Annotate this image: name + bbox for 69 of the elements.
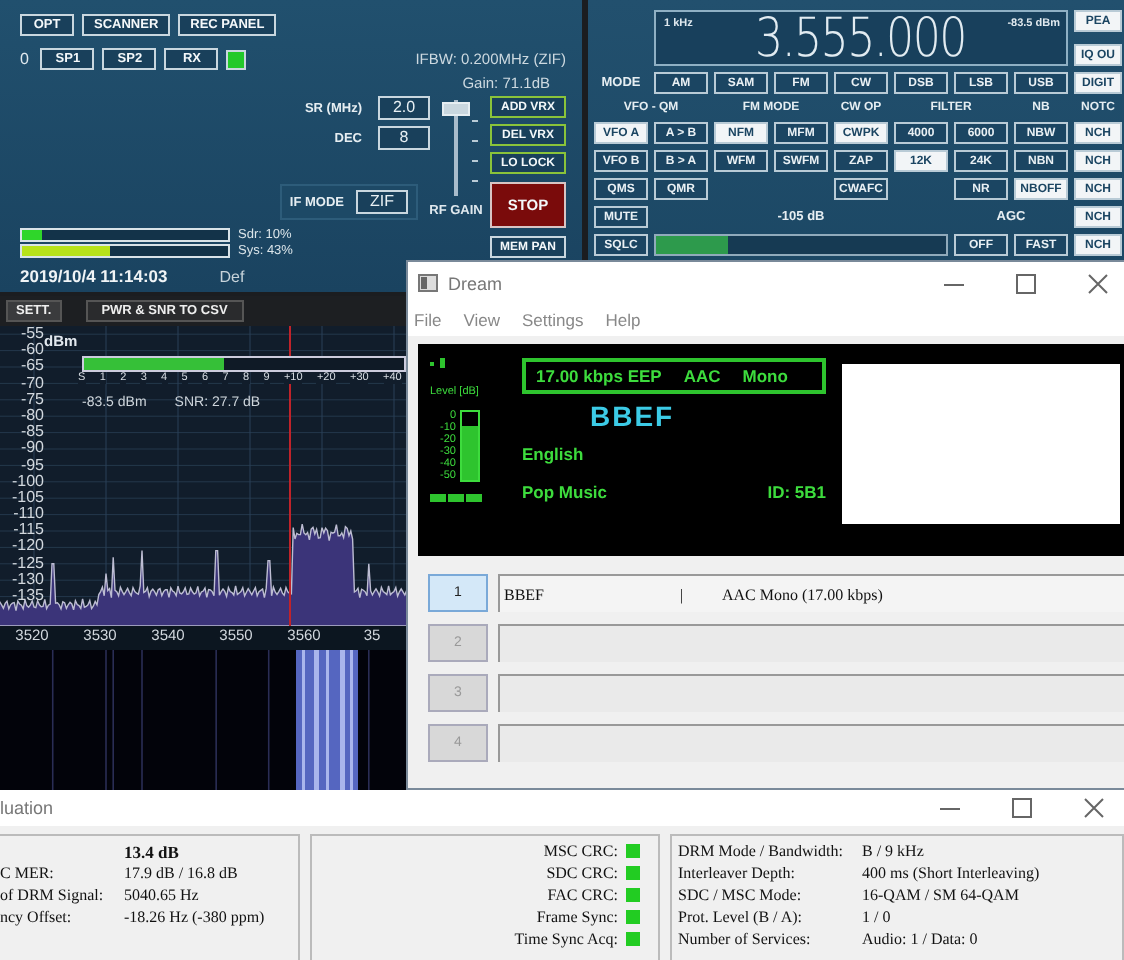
menu-item[interactable]: Settings xyxy=(521,310,584,330)
status-label: MSC CRC: xyxy=(543,842,618,860)
axis-label: -90 xyxy=(18,440,44,457)
status-label: SDC CRC: xyxy=(546,864,618,882)
axis-label: -60 xyxy=(18,342,44,359)
field-label: DRM Mode / Bandwidth: xyxy=(678,842,845,860)
status-label: Time Sync Acq: xyxy=(514,930,618,948)
field-value: 5040.65 Hz xyxy=(124,886,199,904)
status-label: FAC CRC: xyxy=(547,886,618,904)
station-name: BBEF xyxy=(590,400,677,432)
axis-label: -70 xyxy=(18,375,44,392)
window-title: luation xyxy=(0,798,56,818)
language-text: English xyxy=(522,444,586,464)
field-value: 400 ms (Short Interleaving) xyxy=(862,864,1040,882)
service-label: BBEF xyxy=(504,585,547,603)
field-label: of DRM Signal: xyxy=(0,886,106,904)
field-value: B / 9 kHz xyxy=(862,842,924,860)
number-field[interactable]: 2.0 xyxy=(378,96,430,120)
menu-item[interactable]: Help xyxy=(605,310,641,330)
field-label: C MER: xyxy=(0,864,56,882)
date-time: 2019/10/4 11:14:03 xyxy=(20,266,168,286)
close-icon[interactable] xyxy=(1084,798,1104,818)
axis-label: -80 xyxy=(18,407,44,424)
channels-text: Mono xyxy=(742,366,788,386)
field-value: 16-QAM / SM 64-QAM xyxy=(862,886,1019,904)
number-field[interactable]: 8 xyxy=(378,126,430,150)
field-label: ncy Offset: xyxy=(0,908,74,926)
maximize-icon[interactable] xyxy=(1016,273,1036,293)
separator-text: | xyxy=(680,585,686,603)
axis-label: -65 xyxy=(18,358,44,376)
field-value: 1 / 0 xyxy=(862,908,891,926)
profile-label: Def xyxy=(219,268,245,286)
field-label: SDC / MSC Mode: xyxy=(678,886,804,904)
axis-label: -95 xyxy=(18,457,44,474)
menu-item[interactable]: File xyxy=(414,310,442,330)
axis-label: -85 xyxy=(18,424,44,441)
field-value: Audio: 1 / Data: 0 xyxy=(862,930,978,948)
bitrate-text: 17.00 kbps EEP xyxy=(536,366,662,386)
axis-label: -135 xyxy=(9,588,44,605)
menu-item[interactable]: View xyxy=(463,310,500,330)
axis-label: -75 xyxy=(18,391,44,408)
field-value: 17.9 dB / 16.8 dB xyxy=(124,864,238,882)
axis-label: -130 xyxy=(9,571,44,588)
axis-label: -100 xyxy=(9,473,44,490)
indicator-lights-icon xyxy=(430,494,482,502)
axis-label: -105 xyxy=(9,489,44,506)
genre-text: Pop Music xyxy=(522,482,608,502)
service-id: ID: 5B1 xyxy=(767,482,826,502)
status-label: Frame Sync: xyxy=(536,908,618,926)
axis-label: -120 xyxy=(9,538,44,556)
maximize-icon[interactable] xyxy=(1012,798,1032,818)
field-label: Number of Services: xyxy=(678,930,813,948)
service-description: AAC Mono (17.00 kbps) xyxy=(722,585,883,603)
field-label: Prot. Level (B / A): xyxy=(678,908,804,926)
mode-field[interactable]: ZIF xyxy=(356,190,408,214)
codec-text: AAC xyxy=(683,366,721,386)
close-icon[interactable] xyxy=(1088,273,1108,293)
axis-label: -125 xyxy=(9,555,44,572)
app-icon xyxy=(418,274,438,292)
frequency-readout: 3.555.000 xyxy=(755,7,967,69)
field-label: Interleaver Depth: xyxy=(678,864,797,882)
window-title: Dream xyxy=(448,273,505,293)
field-value: 13.4 dB xyxy=(124,841,179,861)
axis-label: -115 xyxy=(13,522,44,539)
indicator-icon xyxy=(430,358,448,368)
receiver-number: 0 xyxy=(20,50,29,68)
axis-label: -55 xyxy=(18,326,44,342)
axis-label: -110 xyxy=(11,506,44,523)
field-value: -18.26 Hz (-380 ppm) xyxy=(124,908,265,926)
